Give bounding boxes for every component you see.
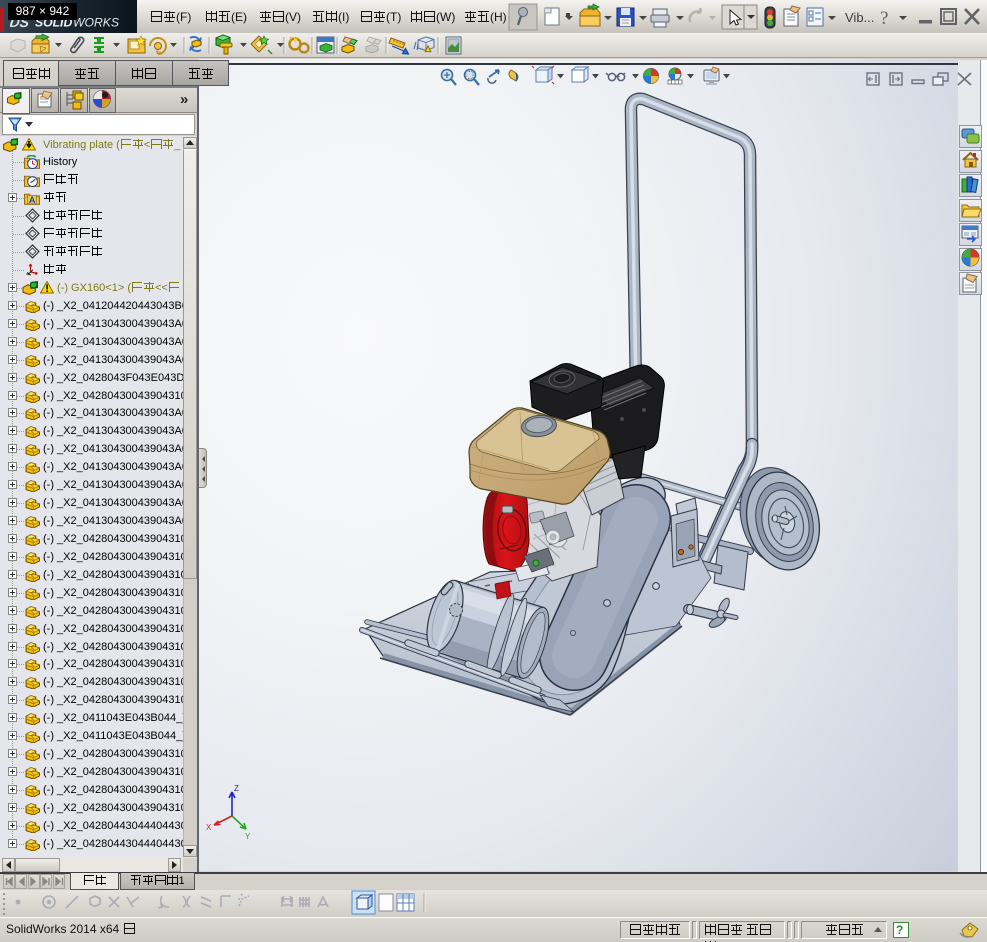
svg-text:Z: Z bbox=[234, 784, 239, 793]
svg-text:X: X bbox=[206, 823, 212, 832]
svg-text:?: ? bbox=[880, 8, 888, 29]
svg-text:Y: Y bbox=[245, 832, 251, 841]
svg-text:Vib...: Vib... bbox=[845, 10, 874, 25]
svg-text:WORKS: WORKS bbox=[73, 16, 119, 30]
svg-text:A: A bbox=[29, 195, 36, 205]
